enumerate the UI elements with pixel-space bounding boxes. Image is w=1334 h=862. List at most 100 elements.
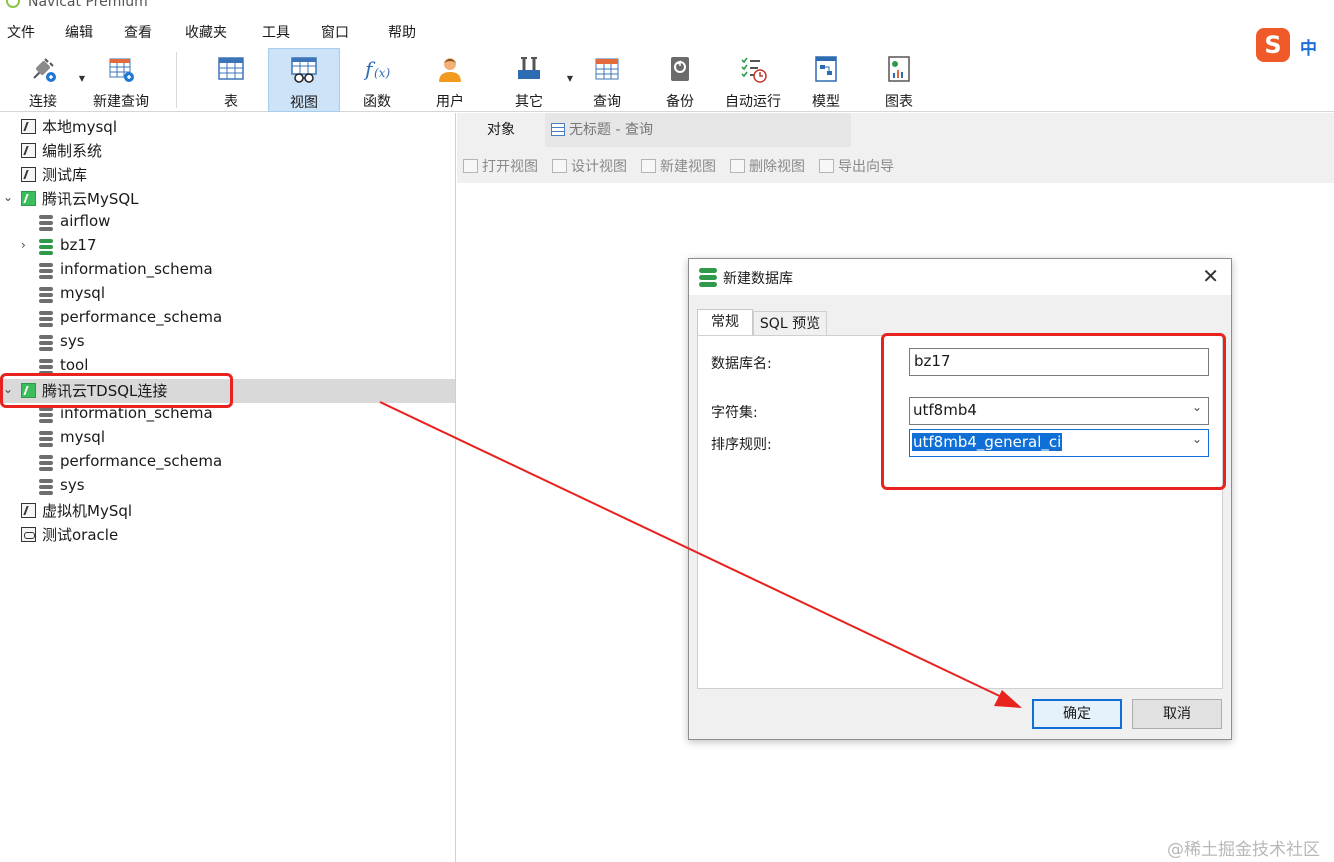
database-icon <box>39 311 53 327</box>
model-button[interactable]: 模型 <box>798 48 854 112</box>
connection-icon <box>21 167 36 182</box>
menu-view[interactable]: 查看 <box>124 22 152 42</box>
menu-bar: 文件 编辑 查看 收藏夹 工具 窗口 帮助 <box>0 20 1334 46</box>
query-button[interactable]: 查询 <box>578 48 636 112</box>
tree-database-airflow[interactable]: airflow <box>0 211 455 235</box>
menu-file[interactable]: 文件 <box>7 22 35 42</box>
tree-connection-vm-mysql[interactable]: 虚拟机MySql <box>0 499 455 523</box>
tree-database-sys[interactable]: sys <box>0 331 455 355</box>
tree-database-performance-schema[interactable]: performance_schema <box>0 451 455 475</box>
tree-database-information-schema[interactable]: information_schema <box>0 403 455 427</box>
database-icon <box>39 407 53 423</box>
delete-view-button[interactable]: 删除视图 <box>730 156 805 176</box>
delete-view-label: 删除视图 <box>749 159 805 175</box>
tools-icon <box>518 57 540 79</box>
charset-label: 字符集: <box>711 405 758 421</box>
menu-window[interactable]: 窗口 <box>321 22 349 42</box>
backup-button[interactable]: 备份 <box>650 48 710 112</box>
tree-item-label: performance_schema <box>60 452 223 470</box>
tree-item-label: tool <box>60 356 89 374</box>
tree-item-label: mysql <box>60 284 105 302</box>
tree-database-sys[interactable]: sys <box>0 475 455 499</box>
export-wizard-button[interactable]: 导出向导 <box>819 156 894 176</box>
connection-tree: 本地mysql 编制系统 测试库 ⌄ 腾讯云MySQL airflow › bz… <box>0 113 456 862</box>
main-toolbar: ▼ 连接 新建查询 表 视图 f (x) 函数 用户 ▼ 其它 查询 备份 自动… <box>0 46 1334 112</box>
view-glasses-icon <box>291 57 317 83</box>
design-view-icon <box>552 159 567 173</box>
connect-dropdown-icon[interactable]: ▼ <box>79 74 85 83</box>
tree-item-label: bz17 <box>60 236 97 254</box>
connect-button[interactable]: ▼ 连接 <box>13 48 85 112</box>
new-query-button[interactable]: 新建查询 <box>88 48 154 112</box>
function-icon: f (x) <box>363 57 390 81</box>
view-button[interactable]: 视图 <box>268 48 340 112</box>
function-button[interactable]: f (x) 函数 <box>346 48 408 112</box>
tree-database-mysql[interactable]: mysql <box>0 283 455 307</box>
user-icon <box>439 58 461 82</box>
backup-icon <box>671 57 689 81</box>
tree-connection-test[interactable]: 测试库 <box>0 163 455 187</box>
tree-item-label: 编制系统 <box>42 142 103 160</box>
new-query-icon <box>109 58 134 82</box>
model-icon <box>815 56 837 82</box>
tree-database-performance-schema[interactable]: performance_schema <box>0 307 455 331</box>
plug-icon <box>33 58 56 82</box>
tree-item-label: 测试库 <box>42 166 88 184</box>
tree-connection-local-mysql[interactable]: 本地mysql <box>0 115 455 139</box>
new-view-label: 新建视图 <box>660 159 716 175</box>
design-view-label: 设计视图 <box>571 159 627 175</box>
close-icon[interactable]: ✕ <box>1202 264 1219 288</box>
auto-run-button[interactable]: 自动运行 <box>720 48 786 112</box>
menu-edit[interactable]: 编辑 <box>65 22 93 42</box>
collation-select[interactable]: utf8mb4_general_ci ⌄ <box>909 429 1209 457</box>
chart-button[interactable]: 图表 <box>871 48 927 112</box>
new-view-button[interactable]: 新建视图 <box>641 156 716 176</box>
menu-tools[interactable]: 工具 <box>262 22 290 42</box>
user-label: 用户 <box>436 94 464 110</box>
other-dropdown-icon[interactable]: ▼ <box>567 74 573 83</box>
tab-untitled-query[interactable]: 无标题 - 查询 <box>545 113 851 147</box>
view-label: 视图 <box>290 95 318 111</box>
menu-favorites[interactable]: 收藏夹 <box>185 22 227 42</box>
tree-database-mysql[interactable]: mysql <box>0 427 455 451</box>
menu-help[interactable]: 帮助 <box>388 22 416 42</box>
tree-connection-tencent-mysql[interactable]: ⌄ 腾讯云MySQL <box>0 187 455 211</box>
user-button[interactable]: 用户 <box>420 48 480 112</box>
tree-database-tool[interactable]: tool <box>0 355 455 379</box>
open-view-button[interactable]: 打开视图 <box>463 156 538 176</box>
tree-item-label: airflow <box>60 212 111 230</box>
charset-select[interactable]: utf8mb4 ⌄ <box>909 397 1209 425</box>
other-label: 其它 <box>515 94 543 110</box>
design-view-button[interactable]: 设计视图 <box>552 156 627 176</box>
other-button[interactable]: ▼ 其它 <box>497 48 573 112</box>
expand-chevron-down-icon[interactable]: ⌄ <box>3 190 13 204</box>
cancel-button[interactable]: 取消 <box>1132 699 1222 729</box>
tree-connection-tencent-tdsql[interactable]: ⌄ 腾讯云TDSQL连接 <box>0 379 455 403</box>
table-button[interactable]: 表 <box>199 48 263 112</box>
tree-item-label: performance_schema <box>60 308 223 326</box>
tree-connection-test-oracle[interactable]: 测试oracle <box>0 523 455 547</box>
tree-connection-bianzhi[interactable]: 编制系统 <box>0 139 455 163</box>
tab-general[interactable]: 常规 <box>697 309 753 337</box>
tree-item-label: information_schema <box>60 404 213 422</box>
chart-label: 图表 <box>885 94 913 110</box>
db-name-input[interactable]: bz17 <box>909 348 1209 376</box>
tree-database-information-schema[interactable]: information_schema <box>0 259 455 283</box>
expand-chevron-right-icon[interactable]: › <box>21 238 26 252</box>
ok-button[interactable]: 确定 <box>1032 699 1122 729</box>
connection-open-icon <box>21 191 36 206</box>
tree-database-bz17[interactable]: › bz17 <box>0 235 455 259</box>
chevron-down-icon: ⌄ <box>1191 400 1202 414</box>
database-icon <box>39 479 53 495</box>
dialog-title-bar: 新建数据库 ✕ <box>689 259 1231 295</box>
navicat-window: Navicat Premium 文件 编辑 查看 收藏夹 工具 窗口 帮助 S … <box>0 0 1334 862</box>
tree-item-label: 腾讯云TDSQL连接 <box>42 382 168 400</box>
connection-open-icon <box>21 383 36 398</box>
tab-label: 无标题 - 查询 <box>569 122 653 138</box>
tab-objects[interactable]: 对象 <box>457 113 545 147</box>
chevron-down-icon: ⌄ <box>1191 432 1202 446</box>
export-wizard-icon <box>819 159 834 173</box>
expand-chevron-down-icon[interactable]: ⌄ <box>3 382 13 396</box>
tab-sql-preview[interactable]: SQL 预览 <box>753 311 827 337</box>
query-label: 查询 <box>593 94 621 110</box>
